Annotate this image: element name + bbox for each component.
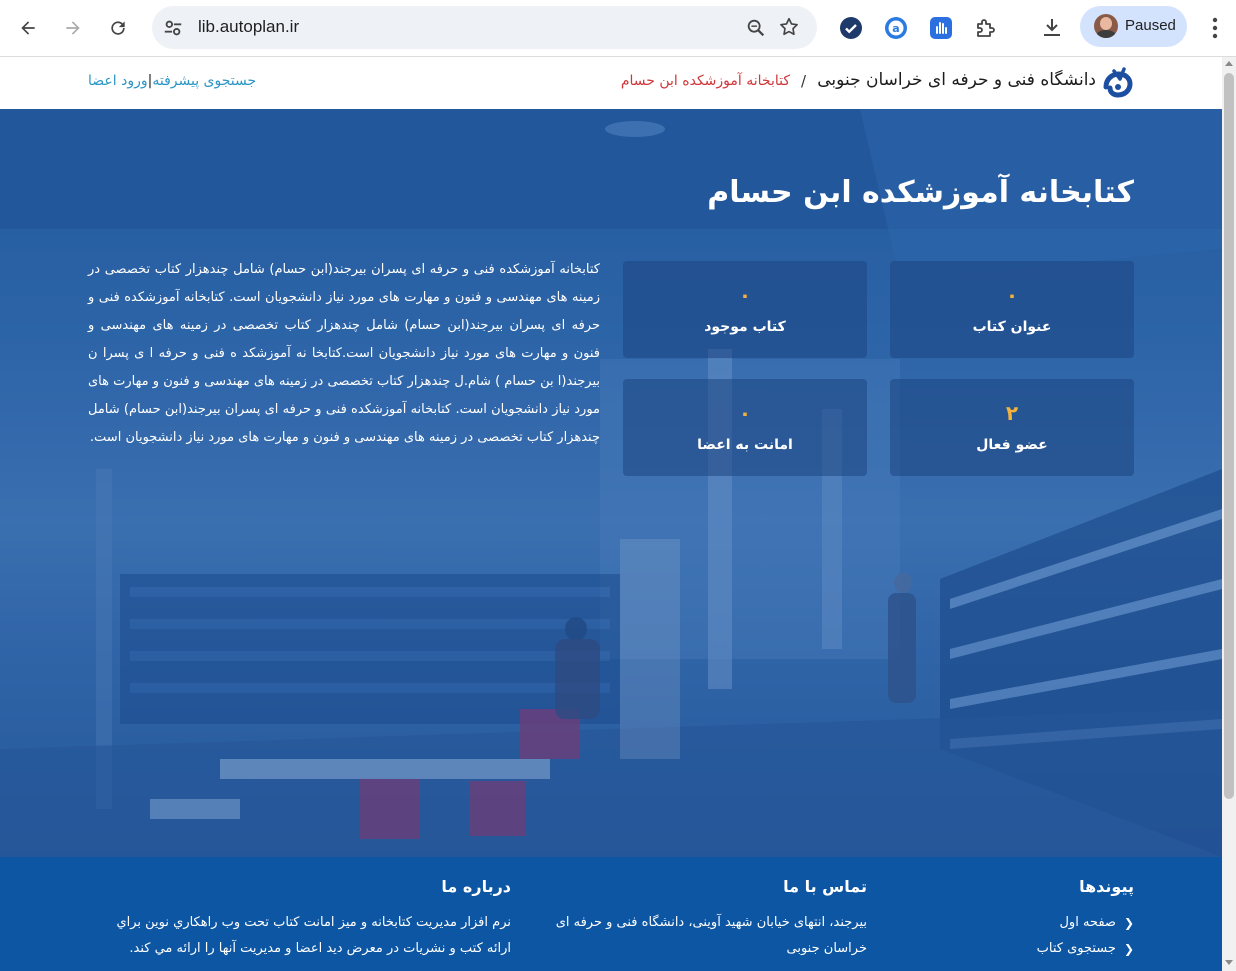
footer-contact-address: بیرجند، انتهای خیابان شهید آوینی، دانشگا…: [555, 915, 867, 956]
hero-overlay: [0, 109, 1222, 857]
hero-section: کتابخانه آموزشکده ابن حسام ۰ عنوان کتاب …: [0, 109, 1222, 857]
page-scrollbar[interactable]: [1222, 57, 1236, 971]
footer-contact-column: تماس با ما بیرجند، انتهای خیابان شهید آو…: [537, 877, 867, 962]
url-text[interactable]: lib.autoplan.ir: [198, 17, 299, 37]
footer-link-home[interactable]: ❮ صفحه اول: [1037, 910, 1134, 936]
breadcrumb-separator: /: [800, 72, 806, 90]
footer-about-title: درباره ما: [441, 877, 511, 896]
site-footer: پیوندها ❮ صفحه اول ❮ جستجوی کتاب تماس با…: [0, 857, 1222, 971]
scrollbar-thumb[interactable]: [1224, 73, 1234, 799]
stat-value: ۰: [738, 401, 752, 425]
chevron-left-icon: ❮: [1123, 942, 1134, 956]
scroll-up-arrow-icon[interactable]: [1225, 61, 1233, 66]
stat-label: امانت به اعضا: [697, 437, 793, 453]
stat-card-member-loans: ۰ امانت به اعضا: [623, 379, 867, 476]
university-logo-icon[interactable]: [1100, 67, 1136, 101]
footer-links-column: پیوندها ❮ صفحه اول ❮ جستجوی کتاب: [1037, 877, 1134, 962]
extension-a-icon[interactable]: a: [884, 16, 908, 40]
scroll-down-arrow-icon[interactable]: [1225, 960, 1233, 965]
library-description: کتابخانه آموزشکده فنی و حرفه ای پسران بی…: [88, 262, 600, 445]
stat-label: کتاب موجود: [704, 319, 786, 335]
site-settings-icon[interactable]: [162, 17, 184, 39]
address-bar[interactable]: lib.autoplan.ir: [152, 6, 817, 49]
extension-check-icon[interactable]: [839, 16, 863, 40]
stat-card-available-books: ۰ کتاب موجود: [623, 261, 867, 358]
library-title: کتابخانه آموزشکده ابن حسام: [707, 175, 1134, 210]
reload-icon[interactable]: [102, 12, 134, 44]
stat-card-active-members: ۲ عضو فعال: [890, 379, 1134, 476]
avatar: [1094, 14, 1118, 38]
browser-toolbar: lib.autoplan.ir a Paused: [0, 0, 1236, 57]
site-header: دانشگاه فنی و حرفه ای خراسان جنوبی / کتا…: [0, 57, 1222, 109]
member-login-link[interactable]: ورود اعضا: [88, 73, 148, 89]
stat-card-book-titles: ۰ عنوان کتاب: [890, 261, 1134, 358]
extension-hand-icon[interactable]: [929, 16, 953, 40]
footer-about-text: نرم افزار مدیریت کتابخانه و میز امانت کت…: [116, 915, 511, 956]
menu-dots-icon[interactable]: [1204, 14, 1226, 42]
chevron-left-icon: ❮: [1123, 916, 1134, 930]
svg-text:a: a: [892, 22, 899, 35]
stat-label: عنوان کتاب: [972, 319, 1052, 335]
stat-value: ۰: [738, 283, 752, 307]
header-links: جستجوی پیشرفته|ورود اعضا: [88, 73, 256, 89]
footer-link-label[interactable]: جستجوی کتاب: [1037, 936, 1116, 962]
breadcrumb-current[interactable]: کتابخانه آموزشکده ابن حسام: [621, 73, 790, 89]
bookmark-star-icon[interactable]: [778, 16, 800, 38]
profile-button[interactable]: Paused: [1080, 6, 1187, 47]
advanced-search-link[interactable]: جستجوی پیشرفته: [152, 73, 256, 89]
forward-arrow-icon[interactable]: [57, 12, 89, 44]
extensions-puzzle-icon[interactable]: [974, 16, 998, 40]
stat-value: ۰: [1005, 283, 1019, 307]
stat-label: عضو فعال: [976, 437, 1048, 453]
footer-link-book-search[interactable]: ❮ جستجوی کتاب: [1037, 936, 1134, 962]
download-icon[interactable]: [1040, 16, 1064, 40]
footer-about-column: درباره ما نرم افزار مدیریت کتابخانه و می…: [91, 877, 511, 962]
stat-value: ۲: [1005, 401, 1019, 425]
footer-link-label[interactable]: صفحه اول: [1059, 910, 1115, 936]
university-name[interactable]: دانشگاه فنی و حرفه ای خراسان جنوبی: [817, 70, 1096, 90]
footer-links-title: پیوندها: [1079, 877, 1134, 896]
profile-status-label: Paused: [1125, 17, 1176, 34]
footer-contact-title: تماس با ما: [783, 877, 867, 896]
back-arrow-icon[interactable]: [12, 12, 44, 44]
zoom-icon[interactable]: [745, 17, 767, 39]
